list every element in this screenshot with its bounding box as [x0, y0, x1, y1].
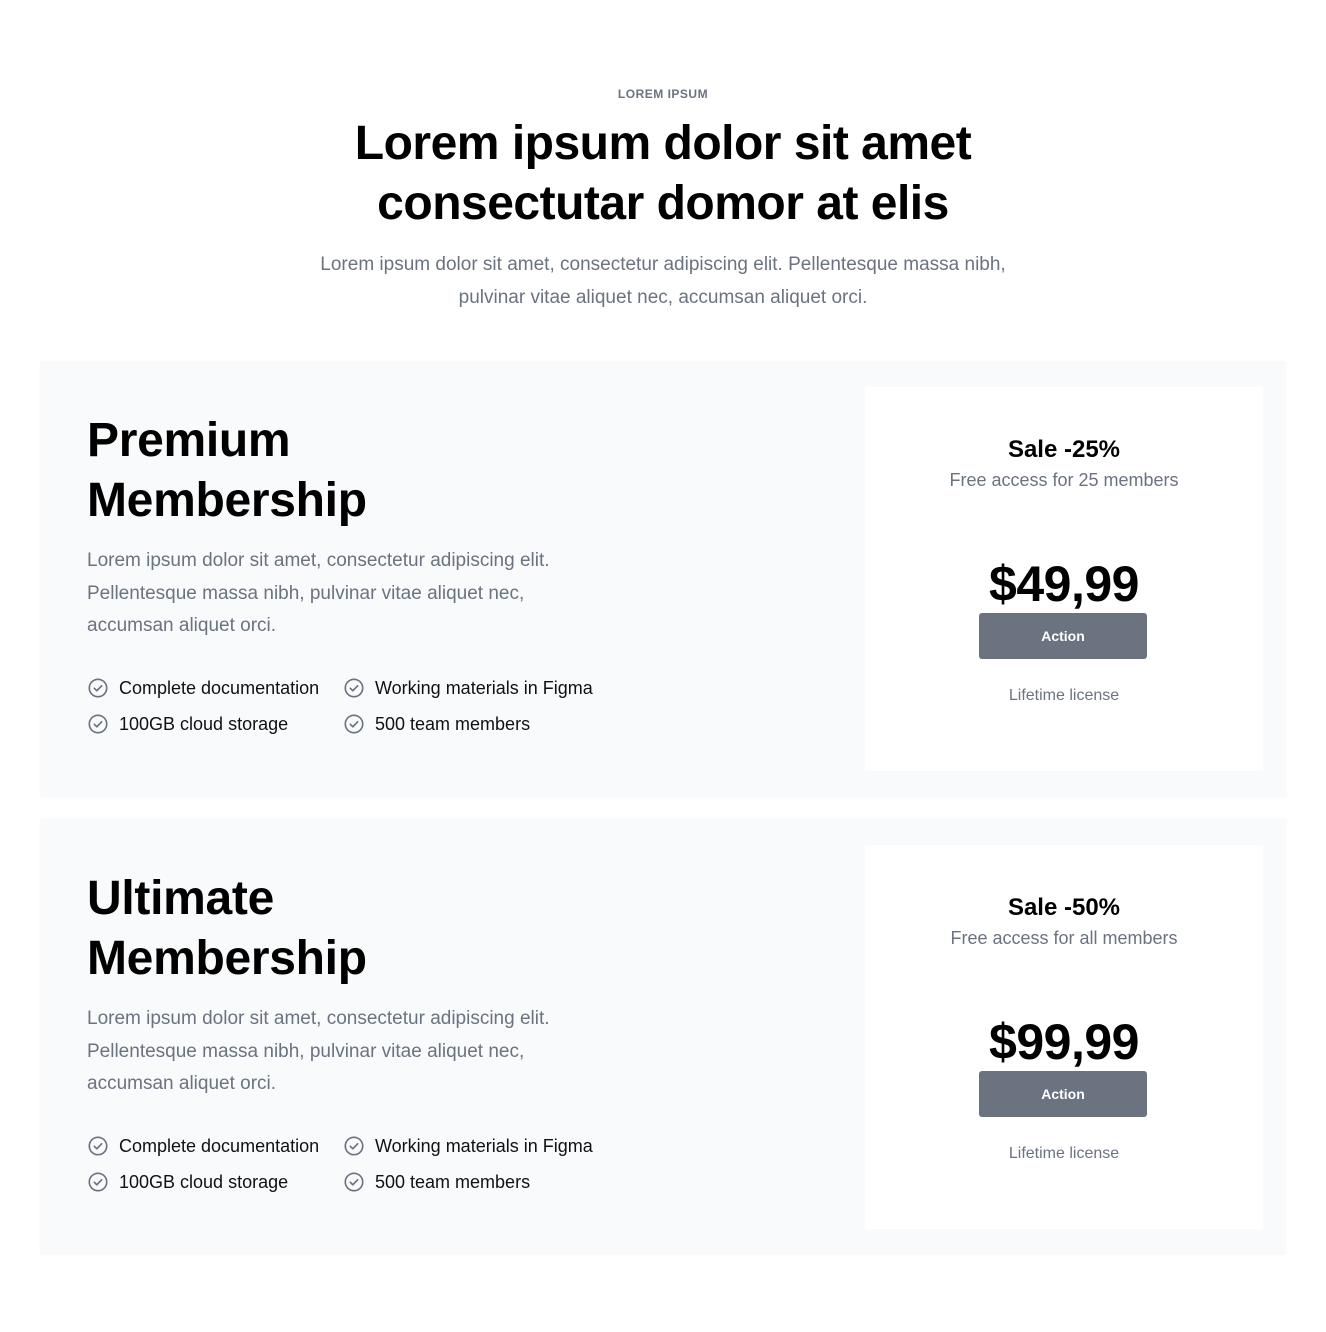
eyebrow-label: LOREM IPSUM [617, 87, 709, 101]
page-title-line: consectutar domor at elis [377, 177, 949, 230]
feature-item: Working materials in Figma [343, 673, 593, 703]
feature-item: 100GB cloud storage [87, 1167, 288, 1197]
plan-name: Ultimate Membership [87, 869, 367, 989]
check-circle-icon [344, 1136, 364, 1156]
page-title-line: Lorem ipsum dolor sit amet [354, 117, 972, 170]
plan-name-line: Membership [87, 932, 367, 985]
check-circle-icon [88, 1136, 108, 1156]
sale-label: Sale -50% [1007, 894, 1121, 921]
check-circle-icon [344, 1172, 364, 1192]
feature-label: Complete documentation [119, 677, 320, 698]
check-circle-icon [88, 714, 108, 734]
feature-item: 500 team members [343, 1167, 530, 1197]
price-panel: Sale -25% Free access for 25 members $49… [865, 387, 1263, 771]
plan-card-premium: Premium Membership Lorem ipsum dolor sit… [40, 361, 1286, 797]
feature-label: 500 team members [375, 1171, 531, 1192]
license-note: Lifetime license [1008, 1145, 1120, 1162]
feature-item: Working materials in Figma [343, 1131, 593, 1161]
plan-name-line: Ultimate [87, 872, 274, 925]
page-subtitle: Lorem ipsum dolor sit amet, consectetur … [0, 248, 1326, 314]
check-circle-icon [344, 714, 364, 734]
page-subtitle-line: pulvinar vitae aliquet nec, accumsan ali… [458, 287, 868, 308]
feature-label: 500 team members [375, 713, 531, 734]
price-value: $49,99 [989, 556, 1139, 612]
check-circle-icon [344, 678, 364, 698]
check-circle-icon [88, 1172, 108, 1192]
plan-description: Lorem ipsum dolor sit amet, consectetur … [87, 550, 550, 636]
access-note: Free access for all members [950, 928, 1178, 948]
plan-description: Lorem ipsum dolor sit amet, consectetur … [87, 1008, 550, 1094]
feature-list: Complete documentation Working materials… [87, 673, 647, 753]
feature-label: Working materials in Figma [375, 1135, 593, 1156]
price-value: $99,99 [989, 1014, 1139, 1070]
feature-list: Complete documentation Working materials… [87, 1131, 647, 1211]
feature-item: Complete documentation [87, 1131, 319, 1161]
plan-name-line: Premium [87, 414, 291, 467]
price-panel: Sale -50% Free access for all members $9… [865, 845, 1263, 1229]
check-circle-icon [88, 678, 108, 698]
plan-card-ultimate: Ultimate Membership Lorem ipsum dolor si… [40, 819, 1286, 1255]
plan-name: Premium Membership [87, 411, 367, 531]
feature-label: Working materials in Figma [375, 677, 593, 698]
page-subtitle-line: Lorem ipsum dolor sit amet, consectetur … [320, 254, 1006, 275]
plan-name-line: Membership [87, 474, 367, 527]
action-button[interactable]: Action [979, 1071, 1147, 1117]
feature-label: 100GB cloud storage [119, 1171, 289, 1192]
action-button[interactable]: Action [979, 613, 1147, 659]
feature-item: 100GB cloud storage [87, 709, 288, 739]
feature-label: 100GB cloud storage [119, 713, 289, 734]
feature-label: Complete documentation [119, 1135, 320, 1156]
feature-item: Complete documentation [87, 673, 319, 703]
access-note: Free access for 25 members [949, 470, 1179, 490]
license-note: Lifetime license [1008, 687, 1120, 704]
page-title: Lorem ipsum dolor sit amet consectutar d… [0, 114, 1326, 234]
feature-item: 500 team members [343, 709, 530, 739]
sale-label: Sale -25% [1007, 436, 1121, 463]
